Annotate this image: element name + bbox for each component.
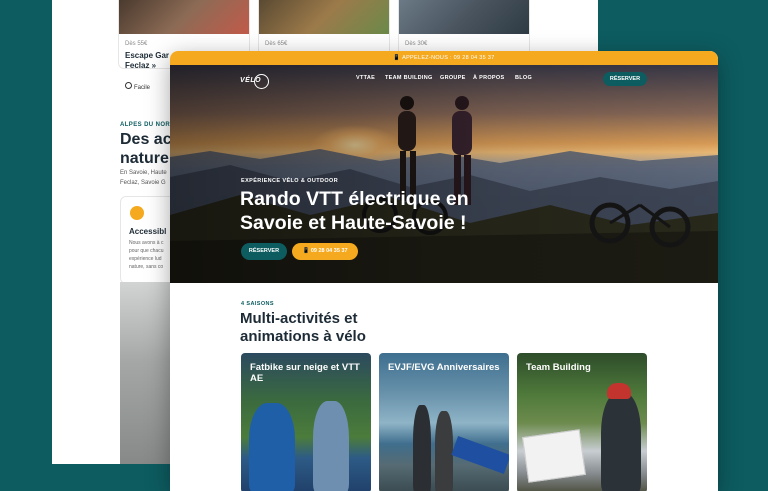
card-photo-rider: [249, 403, 295, 491]
section-title: Multi-activités et animations à vélo: [240, 310, 366, 345]
card-price: Dès 55€: [125, 41, 148, 47]
card-photo-rider: [313, 401, 349, 491]
card-photo-person: [601, 393, 641, 491]
activity-card-title: Fatbike sur neige et VTT AE: [250, 362, 360, 384]
reserve-button-hero[interactable]: RÉSERVER: [241, 243, 287, 260]
logo-wheel-icon: [254, 74, 269, 89]
helmet-icon: [607, 383, 631, 399]
card-title: Escape Gar Feclaz »: [125, 51, 170, 70]
brand-logo[interactable]: VÉLO: [240, 74, 272, 89]
hero-title: Rando VTT électrique en Savoie et Haute-…: [240, 188, 469, 234]
nav-item-vttae[interactable]: VTTAE: [356, 75, 375, 81]
activity-card-title: Team Building: [526, 362, 591, 373]
card-price: Dès 30€: [405, 41, 428, 47]
card-photo-map: [522, 429, 586, 483]
card-photo-kayak: [451, 436, 509, 474]
card-photo-person: [413, 405, 431, 491]
nav-item-team-building[interactable]: TEAM BUILDING: [385, 75, 433, 81]
activity-card-fatbike[interactable]: Fatbike sur neige et VTT AE: [241, 353, 371, 491]
hero-kicker: EXPÉRIENCE VÉLO & OUTDOOR: [241, 178, 339, 184]
card-price: Dès 65€: [265, 41, 288, 47]
activity-card-evjf[interactable]: EVJF/EVG Anniversaires: [379, 353, 509, 491]
card-image: [259, 0, 389, 34]
main-nav: VÉLO VTTAE TEAM BUILDING GROUPE À PROPOS…: [170, 65, 718, 95]
activity-card-team-building[interactable]: Team Building: [517, 353, 647, 491]
card-difficulty: Facile: [125, 82, 150, 91]
accessibility-icon: [130, 206, 144, 220]
background-footer-band: [52, 464, 170, 480]
phone-topbar[interactable]: 📱 APPELEZ-NOUS : 09 28 04 35 37: [170, 51, 718, 65]
reserve-button-nav[interactable]: RÉSERVER: [603, 72, 647, 86]
card-image: [399, 0, 529, 34]
nav-item-a-propos[interactable]: À PROPOS: [473, 75, 504, 81]
nav-item-blog[interactable]: BLOG: [515, 75, 532, 81]
nav-item-groupe[interactable]: GROUPE: [440, 75, 466, 81]
phone-button-hero[interactable]: 📱 09 28 04 35 37: [292, 243, 358, 260]
card-image: [119, 0, 249, 34]
hero-section: VÉLO VTTAE TEAM BUILDING GROUPE À PROPOS…: [170, 65, 718, 283]
background-kicker: ALPES DU NORD: [120, 122, 175, 128]
section-kicker: 4 SAISONS: [241, 301, 274, 307]
difficulty-icon: [125, 82, 132, 89]
card-photo-person: [435, 411, 453, 491]
accessible-title: Accessibl: [129, 227, 167, 236]
activity-card-title: EVJF/EVG Anniversaires: [388, 362, 500, 373]
website-mockup: 📱 APPELEZ-NOUS : 09 28 04 35 37 VÉLO VTT…: [170, 51, 718, 491]
